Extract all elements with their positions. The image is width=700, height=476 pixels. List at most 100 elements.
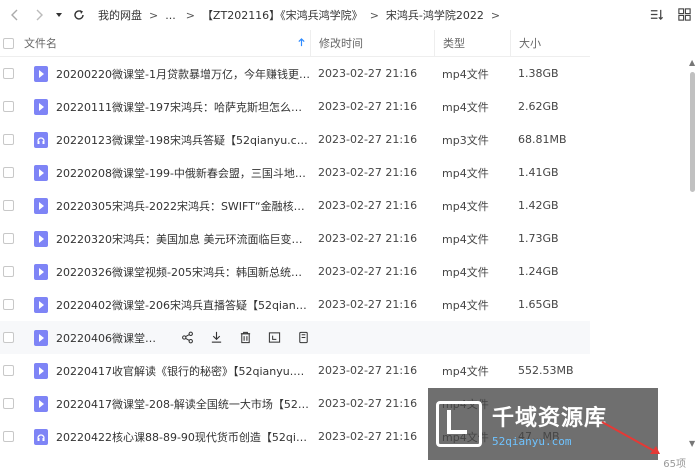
modified-time: 2023-02-27 21:16 xyxy=(318,100,418,113)
watermark-url: 52qianyu.com xyxy=(492,435,572,448)
row-checkbox[interactable] xyxy=(3,398,14,409)
video-file-icon xyxy=(34,296,48,313)
grid-view-icon[interactable] xyxy=(676,6,692,22)
video-file-icon xyxy=(34,263,48,280)
breadcrumb-separator: > xyxy=(369,8,379,22)
row-checkbox[interactable] xyxy=(3,431,14,442)
table-row[interactable]: 20220402微课堂-206宋鸿兵直播答疑【52qianyu.com】... … xyxy=(0,288,590,321)
watermark-title: 千域资源库 xyxy=(492,406,608,431)
file-size: 1.38GB xyxy=(518,67,559,80)
video-file-icon xyxy=(34,329,48,346)
modified-time: 2023-02-27 21:16 xyxy=(318,298,418,311)
table-row[interactable]: 20220305宋鸿兵-2022宋鸿兵：SWIFT“金融核弹”爆炸... 202… xyxy=(0,189,590,222)
file-name[interactable]: 20220305宋鸿兵-2022宋鸿兵：SWIFT“金融核弹”爆炸... xyxy=(56,198,310,214)
file-name[interactable]: 20220111微课堂-197宋鸿兵：哈萨克斯坦怎么了？【52... xyxy=(56,99,310,115)
scroll-up-icon[interactable]: ▲ xyxy=(689,58,695,67)
row-checkbox[interactable] xyxy=(3,101,14,112)
video-file-icon xyxy=(34,164,48,181)
breadcrumb-item-course[interactable]: 【ZT202116】《宋鸿兵鸿学院》 xyxy=(202,7,363,23)
file-type: mp4文件 xyxy=(442,265,489,279)
modified-time: 2023-02-27 21:16 xyxy=(318,430,418,443)
column-header-time[interactable]: 修改时间 xyxy=(310,30,434,56)
modified-time: 2023-02-27 21:16 xyxy=(318,397,418,410)
breadcrumb-item-root[interactable]: 我的网盘 xyxy=(98,7,142,23)
row-checkbox[interactable] xyxy=(3,233,14,244)
row-checkbox[interactable] xyxy=(3,167,14,178)
table-row[interactable]: 20220320宋鸿兵：美国加息 美元环流面临巨变？【52qi... 2023-… xyxy=(0,222,590,255)
breadcrumb: 我的网盘 > ... > 【ZT202116】《宋鸿兵鸿学院》 > 宋鸿兵-鸿学… xyxy=(98,7,507,23)
file-size: 552.53MB xyxy=(518,364,574,377)
row-checkbox[interactable] xyxy=(3,200,14,211)
table-row[interactable]: 20220111微课堂-197宋鸿兵：哈萨克斯坦怎么了？【52... 2023-… xyxy=(0,90,590,123)
delete-icon[interactable] xyxy=(238,331,252,345)
select-all-checkbox[interactable] xyxy=(3,37,14,49)
download-icon[interactable] xyxy=(209,331,223,345)
table-row[interactable]: 20220326微课堂视频-205宋鸿兵：韩国新总统当选中韩... 2023-0… xyxy=(0,255,590,288)
file-size: 1.42GB xyxy=(518,199,559,212)
breadcrumb-separator: > xyxy=(149,8,159,22)
video-file-icon xyxy=(34,197,48,214)
file-type: mp4文件 xyxy=(442,298,489,312)
watermark-arrow-icon xyxy=(601,421,660,454)
file-name[interactable]: 20220320宋鸿兵：美国加息 美元环流面临巨变？【52qi... xyxy=(56,231,310,247)
back-icon[interactable] xyxy=(6,6,24,24)
file-name[interactable]: 20220417收官解读《银行的秘密》【52qianyu.com】... xyxy=(56,363,310,379)
row-actions xyxy=(180,331,310,345)
item-count: 65项 xyxy=(663,459,686,470)
breadcrumb-item-current[interactable]: 宋鸿兵-鸿学院2022 xyxy=(386,7,484,23)
file-type: mp4文件 xyxy=(442,232,489,246)
file-size: 1.41GB xyxy=(518,166,559,179)
row-checkbox[interactable] xyxy=(3,266,14,277)
file-size: 1.65GB xyxy=(518,298,559,311)
audio-file-icon xyxy=(34,131,48,148)
table-row[interactable]: 20220417收官解读《银行的秘密》【52qianyu.com】... 202… xyxy=(0,354,590,387)
sort-list-icon[interactable] xyxy=(648,6,664,22)
file-name[interactable]: 20220326微课堂视频-205宋鸿兵：韩国新总统当选中韩... xyxy=(56,264,310,280)
file-name[interactable]: 20220417微课堂-208-解读全国统一大市场【52qianyu.c... xyxy=(56,396,310,412)
row-checkbox[interactable] xyxy=(3,365,14,376)
scroll-down-icon[interactable]: ▼ xyxy=(689,439,695,448)
modified-time: 2023-02-27 21:16 xyxy=(318,199,418,212)
breadcrumb-item-ellipsis[interactable]: ... xyxy=(165,9,176,22)
table-row[interactable]: 20220208微课堂-199-中俄新春会盟，三国斗地主如何出... 2023-… xyxy=(0,156,590,189)
file-name[interactable]: 20220208微课堂-199-中俄新春会盟，三国斗地主如何出... xyxy=(56,165,310,181)
scrollbar-thumb[interactable] xyxy=(690,72,695,192)
file-name[interactable]: 20220406微课堂视频207-不掐事件：西方对俄经济战升... xyxy=(56,330,166,346)
rename-icon[interactable] xyxy=(267,331,281,345)
modified-time: 2023-02-27 21:16 xyxy=(318,364,418,377)
file-name[interactable]: 20220402微课堂-206宋鸿兵直播答疑【52qianyu.com】... xyxy=(56,297,310,313)
video-file-icon xyxy=(34,230,48,247)
video-file-icon xyxy=(34,65,48,82)
column-header-size[interactable]: 大小 xyxy=(510,30,590,56)
video-file-icon xyxy=(34,395,48,412)
file-type: mp4文件 xyxy=(442,166,489,180)
file-name[interactable]: 20200220微课堂-1月贷款暴增万亿，今年赚钱更容易？... xyxy=(56,66,310,82)
row-checkbox[interactable] xyxy=(3,68,14,79)
watermark-logo-icon xyxy=(436,401,482,447)
more-info-icon[interactable] xyxy=(296,331,310,345)
vertical-scrollbar[interactable]: ▲ ▼ xyxy=(689,58,697,448)
column-header-type[interactable]: 类型 xyxy=(434,30,510,56)
modified-time: 2023-02-27 21:16 xyxy=(318,133,418,146)
history-dropdown-icon[interactable] xyxy=(50,6,68,24)
file-type: mp4文件 xyxy=(442,100,489,114)
row-checkbox[interactable] xyxy=(3,299,14,310)
row-checkbox[interactable] xyxy=(3,134,14,145)
refresh-icon[interactable] xyxy=(70,6,88,24)
sort-ascending-icon[interactable] xyxy=(297,38,306,50)
file-size: 68.81MB xyxy=(518,133,567,146)
file-type: mp3文件 xyxy=(442,133,489,147)
file-name[interactable]: 20220422核心课88-89-90现代货币创造【52qianyu.co... xyxy=(56,429,310,445)
forward-icon[interactable] xyxy=(30,6,48,24)
modified-time: 2023-02-27 21:16 xyxy=(318,232,418,245)
file-table-header: 文件名 修改时间 类型 大小 xyxy=(0,30,590,57)
table-row[interactable]: 20200220微课堂-1月贷款暴增万亿，今年赚钱更容易？... 2023-02… xyxy=(0,57,590,90)
share-icon[interactable] xyxy=(180,331,194,345)
column-header-name[interactable]: 文件名 xyxy=(24,35,57,51)
table-row[interactable]: 20220123微课堂-198宋鸿兵答疑【52qianyu.com】.mp3 2… xyxy=(0,123,590,156)
table-row[interactable]: 20220406微课堂视频207-不掐事件：西方对俄经济战升... xyxy=(0,321,590,354)
audio-file-icon xyxy=(34,428,48,445)
file-name[interactable]: 20220123微课堂-198宋鸿兵答疑【52qianyu.com】.mp3 xyxy=(56,132,310,148)
toolbar: 我的网盘 > ... > 【ZT202116】《宋鸿兵鸿学院》 > 宋鸿兵-鸿学… xyxy=(0,0,700,30)
row-checkbox[interactable] xyxy=(3,332,14,343)
